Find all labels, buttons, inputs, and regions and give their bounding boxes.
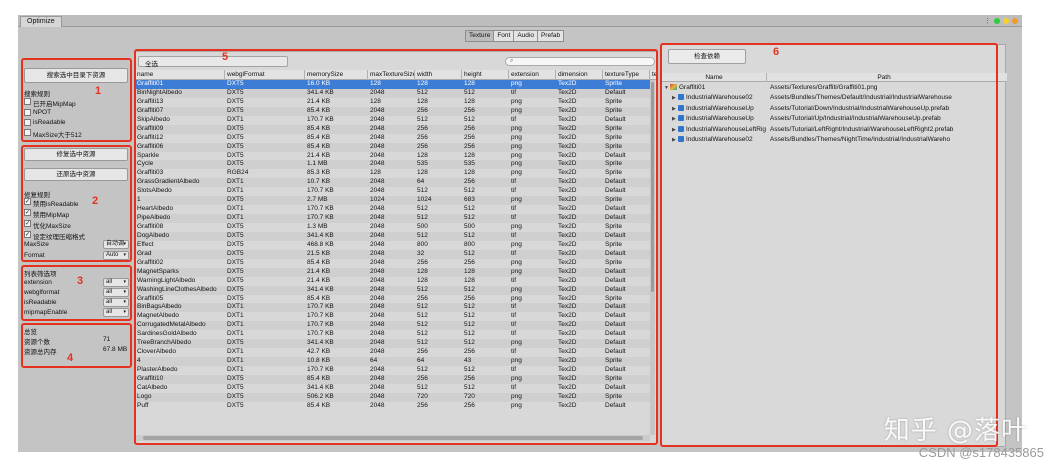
window-yellow-button[interactable] (1003, 18, 1009, 24)
checkbox-label: 设定纹理压缩格式 (33, 234, 85, 241)
section-label-6: 6 (773, 46, 780, 58)
search-selected-folder-button[interactable]: 搜索选中目录下资源 (24, 68, 128, 83)
format-label: Format (24, 252, 45, 259)
checkbox-label: NPOT (33, 109, 52, 116)
section-label-3: 3 (77, 275, 84, 287)
filter-isreadable-dropdown[interactable]: all ▾ (103, 298, 129, 307)
checkbox-npot[interactable] (24, 109, 31, 116)
filter-value: all (106, 309, 113, 315)
filter-title: 列表筛选项 (24, 271, 57, 278)
total-memory-label: 资源总内存 (24, 349, 57, 356)
filter-value: all (106, 279, 113, 285)
section-label-4: 4 (67, 352, 74, 364)
checkbox-disable-readable[interactable]: ✓ (24, 198, 31, 205)
checkbox-label: 优化MaxSize (33, 223, 71, 230)
search-rules-title: 搜索规则 (24, 91, 50, 98)
section-table-box (134, 49, 658, 445)
tab-font[interactable]: Font (493, 30, 515, 42)
maxsize-value: 自动调 (106, 241, 125, 247)
fix-selected-button[interactable]: 修复选中资源 (24, 148, 128, 161)
checkbox-maxsize-gt-512[interactable] (24, 129, 31, 136)
tab-texture[interactable]: Texture (465, 30, 495, 42)
filter-isreadable-label: isReadable (24, 299, 57, 306)
section-deps-box (660, 43, 998, 447)
checkbox-mipmap-enabled[interactable] (24, 98, 31, 105)
asset-count-label: 资源个数 (24, 339, 50, 346)
checkbox-disable-mipmap[interactable]: ✓ (24, 209, 31, 216)
checkbox-label: isReadable (33, 119, 66, 126)
section-label-1: 1 (95, 85, 102, 97)
chevron-down-icon: ▾ (123, 299, 126, 305)
summary-title: 总览 (24, 329, 37, 336)
asset-type-tabs: Texture Font Audio Prefab (465, 30, 565, 42)
checkbox-label: 禁用isReadable (33, 201, 79, 208)
checkbox-set-compression[interactable]: ✓ (24, 231, 31, 238)
filter-extension-label: extension (24, 279, 52, 286)
tab-audio[interactable]: Audio (513, 30, 538, 42)
tab-prefab[interactable]: Prefab (536, 30, 565, 42)
filter-extension-dropdown[interactable]: all ▾ (103, 278, 129, 287)
checkbox-label: 已开启MipMap (33, 101, 76, 108)
filter-mipmap-label: mipmapEnable (24, 309, 68, 316)
window-green-button[interactable] (994, 18, 1000, 24)
watermark-zhihu: 知乎 @落叶 (883, 416, 1028, 446)
watermark-csdn: CSDN @s178435865 (918, 445, 1044, 460)
chevron-down-icon: ▾ (123, 252, 126, 258)
chevron-down-icon: ▾ (123, 289, 126, 295)
menu-icon[interactable]: ⋮ (984, 17, 991, 25)
chevron-down-icon: ▾ (123, 279, 126, 285)
format-dropdown[interactable]: Auto ▾ (103, 251, 129, 260)
format-value: Auto (106, 252, 119, 258)
chevron-down-icon: ▾ (123, 309, 126, 315)
window-controls: ⋮ (984, 17, 1018, 25)
window-orange-button[interactable] (1012, 18, 1018, 24)
filter-value: all (106, 299, 113, 305)
maxsize-label: MaxSize (24, 241, 49, 248)
maxsize-dropdown[interactable]: 自动调 ▾ (103, 240, 129, 249)
window-titlebar: Optimize ⋮ (18, 15, 1022, 27)
checkbox-is-readable[interactable] (24, 119, 31, 126)
window-tab-optimize[interactable]: Optimize (20, 16, 62, 27)
filter-mipmap-dropdown[interactable]: all ▾ (103, 308, 129, 317)
filter-value: all (106, 289, 113, 295)
total-memory-value: 67.8 MB (103, 346, 128, 353)
filter-webglformat-dropdown[interactable]: all ▾ (103, 288, 129, 297)
section-label-5: 5 (222, 51, 229, 63)
restore-selected-button[interactable]: 还原选中资源 (24, 168, 128, 181)
section-label-2: 2 (92, 195, 99, 207)
chevron-down-icon: ▾ (123, 241, 126, 247)
filter-webglformat-label: webglformat (24, 289, 60, 296)
checkbox-optimize-maxsize[interactable]: ✓ (24, 220, 31, 227)
asset-count-value: 71 (103, 336, 111, 343)
checkbox-label: MaxSize大于512 (33, 132, 82, 139)
checkbox-label: 禁用MipMap (33, 212, 70, 219)
